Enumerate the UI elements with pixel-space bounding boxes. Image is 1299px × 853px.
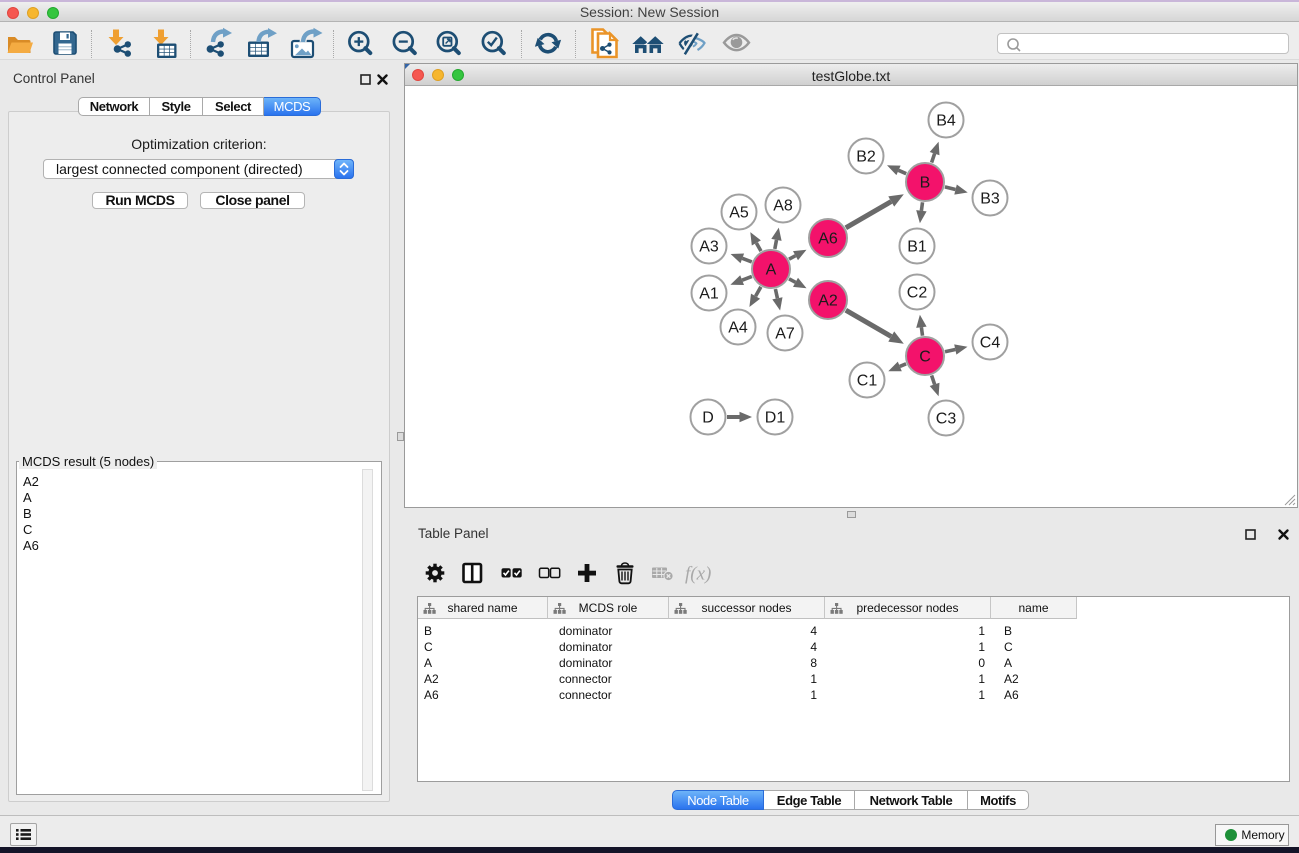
svg-text:C1: C1 xyxy=(857,373,878,390)
svg-text:f(x): f(x) xyxy=(685,564,711,585)
svg-text:C2: C2 xyxy=(907,285,928,302)
svg-text:B: B xyxy=(920,175,931,192)
svg-text:A2: A2 xyxy=(818,293,838,310)
svg-text:D: D xyxy=(702,410,714,427)
svg-text:A: A xyxy=(766,262,777,279)
svg-text:A7: A7 xyxy=(775,326,795,343)
svg-text:A3: A3 xyxy=(699,239,719,256)
svg-text:B4: B4 xyxy=(936,113,956,130)
svg-text:B3: B3 xyxy=(980,191,1000,208)
svg-text:A4: A4 xyxy=(728,320,748,337)
svg-text:A6: A6 xyxy=(818,231,838,248)
svg-text:C4: C4 xyxy=(980,335,1001,352)
svg-text:A8: A8 xyxy=(773,198,793,215)
svg-text:C3: C3 xyxy=(936,411,957,428)
svg-text:B1: B1 xyxy=(907,239,927,256)
svg-text:D1: D1 xyxy=(765,410,786,427)
svg-text:B2: B2 xyxy=(856,149,876,166)
svg-text:A5: A5 xyxy=(729,205,749,222)
svg-text:A1: A1 xyxy=(699,286,719,303)
svg-text:C: C xyxy=(919,349,931,366)
